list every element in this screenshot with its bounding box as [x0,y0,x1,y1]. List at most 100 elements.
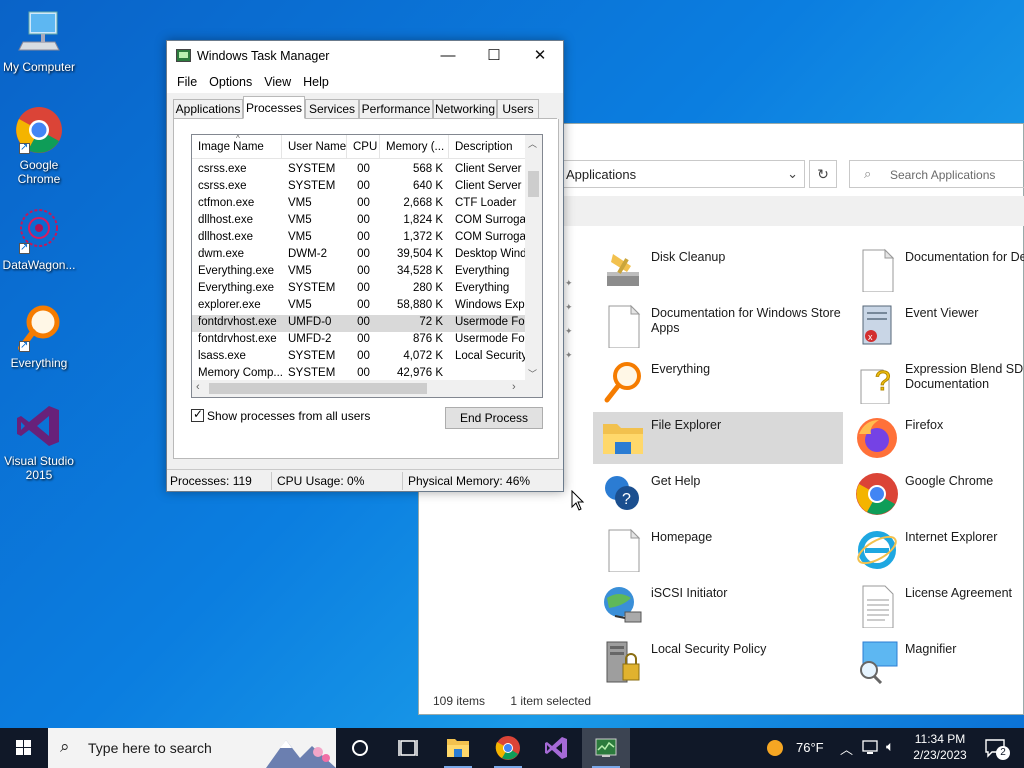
table-cell: 00 [357,163,370,175]
status-processes: Processes: 119 [170,474,252,488]
title-bar[interactable]: Windows Task Manager — ☐ ✕ [167,41,563,71]
table-cell: 34,528 K [396,265,443,277]
table-row[interactable]: fontdrvhost.exe UMFD-2 00 876 K Usermode Fon [192,332,526,349]
table-cell: 00 [357,265,370,277]
app-item-homepage[interactable]: Homepage [593,524,843,576]
tab-applications[interactable]: Applications [173,99,243,119]
pin-icon[interactable]: ✦ [565,302,573,312]
tab-processes[interactable]: Processes [243,96,305,119]
clock[interactable]: 11:34 PM 2/23/2023 [908,728,972,768]
everything-icon [601,360,645,404]
table-row[interactable]: fontdrvhost.exe UMFD-0 00 72 K Usermode Fon [192,315,526,332]
table-row[interactable]: dllhost.exe VM5 00 1,372 K COM Surrogat [192,230,526,247]
menu-help[interactable]: Help [297,71,335,93]
menu-view[interactable]: View [258,71,297,93]
column-memory[interactable]: Memory (... [380,135,449,159]
app-item-firefox[interactable]: Firefox [847,412,1024,464]
taskbar-chrome[interactable] [484,728,532,768]
app-item-disk-cleanup[interactable]: Disk Cleanup [593,244,843,296]
scroll-left-icon[interactable]: ‹ [196,381,200,393]
taskbar-task-manager[interactable] [582,728,630,768]
table-row[interactable]: csrss.exe SYSTEM 00 568 K Client Server R [192,162,526,179]
minimize-icon[interactable]: — [425,41,471,71]
app-item-local-security-policy[interactable]: Local Security Policy [593,636,843,688]
tab-performance[interactable]: Performance [359,99,433,119]
app-item-iscsi[interactable]: iSCSI Initiator [593,580,843,632]
search-input[interactable]: ⌕ Search Applications [849,160,1024,188]
app-item-doc-des[interactable]: Documentation for Des [847,244,1024,296]
refresh-icon[interactable]: ↻ [809,160,837,188]
show-all-users-checkbox[interactable]: Show processes from all users [191,407,370,423]
folder-icon [601,416,645,460]
table-row[interactable]: dwm.exe DWM-2 00 39,504 K Desktop Windo [192,247,526,264]
table-row[interactable]: lsass.exe SYSTEM 00 4,072 K Local Security [192,349,526,366]
close-icon[interactable]: ✕ [517,41,563,71]
taskbar-file-explorer[interactable] [434,728,482,768]
scroll-right-icon[interactable]: › [512,381,516,393]
app-item-file-explorer[interactable]: File Explorer [593,412,843,464]
scroll-down-icon[interactable]: ﹀ [528,367,537,380]
taskbar-search-box[interactable]: ⌕ Type here to search [48,728,336,768]
app-item-everything[interactable]: Everything [593,356,843,408]
table-cell: dllhost.exe [198,214,253,226]
text-document-icon [855,584,899,629]
taskbar-visual-studio[interactable] [532,728,580,768]
pin-icon[interactable]: ✦ [565,326,573,336]
task-manager-icon [595,738,617,757]
desktop-icon-visual-studio[interactable]: Visual Studio 2015 [0,402,78,482]
checkbox-checked-icon[interactable] [191,407,204,422]
desktop-icon-datawagon[interactable]: DataWagon... [0,206,78,272]
column-description[interactable]: Description [449,135,526,159]
app-item-google-chrome[interactable]: Google Chrome [847,468,1024,520]
pin-icon[interactable]: ✦ [565,278,573,288]
tab-users[interactable]: Users [497,99,539,119]
cortana-button[interactable] [336,728,384,768]
start-button[interactable] [0,728,48,768]
chevron-down-icon[interactable]: ⌄ [787,166,798,182]
table-cell: Everything [455,265,510,277]
table-cell: 00 [357,180,370,192]
vertical-scrollbar[interactable]: ︿ ﹀ [525,135,542,382]
pin-icon[interactable]: ✦ [565,350,573,360]
table-cell: Everything.exe [198,265,275,277]
notification-center-button[interactable]: 2 [980,728,1024,768]
table-cell: ctfmon.exe [198,197,255,209]
table-row[interactable]: explorer.exe VM5 00 58,880 K Windows Explo [192,298,526,315]
table-cell: 00 [357,214,370,226]
app-item-label: Expression Blend SDK Documentation [905,362,1024,391]
process-list[interactable]: Image Name ^ User Name CPU Memory (... De… [191,134,543,398]
app-item-license-agreement[interactable]: License Agreement [847,580,1024,632]
column-image-name[interactable]: Image Name ^ [192,135,282,159]
task-view-button[interactable] [384,728,432,768]
table-row[interactable]: csrss.exe SYSTEM 00 640 K Client Server R [192,179,526,196]
maximize-icon[interactable]: ☐ [471,41,517,71]
show-hidden-icons-chevron-icon[interactable]: ︿ [840,739,853,758]
app-item-doc-windows-store[interactable]: Documentation for Windows Store Apps [593,300,843,352]
table-row[interactable]: Everything.exe SYSTEM 00 280 K Everything [192,281,526,298]
scroll-up-icon[interactable]: ︿ [528,137,537,150]
horizontal-scrollbar[interactable]: ‹ › [192,380,527,397]
address-bar[interactable]: Applications ⌄ [559,160,805,188]
menu-file[interactable]: File [171,71,203,93]
table-row[interactable]: ctfmon.exe VM5 00 2,668 K CTF Loader [192,196,526,213]
app-item-internet-explorer[interactable]: Internet Explorer [847,524,1024,576]
desktop-icon-everything[interactable]: Everything [0,304,78,370]
volume-icon[interactable]: 🔈︎ [886,738,894,755]
desktop-icon-my-computer[interactable]: My Computer [0,8,78,74]
app-item-event-viewer[interactable]: x Event Viewer [847,300,1024,352]
app-item-get-help[interactable]: ? Get Help [593,468,843,520]
app-item-expression-blend[interactable]: ? Expression Blend SDK Documentation [847,356,1024,408]
scroll-thumb[interactable] [209,383,427,394]
desktop-icon-google-chrome[interactable]: Google Chrome [0,106,78,186]
network-icon[interactable] [862,740,880,756]
column-cpu[interactable]: CPU [347,135,380,159]
column-user-name[interactable]: User Name [282,135,347,159]
menu-options[interactable]: Options [203,71,258,93]
table-row[interactable]: Everything.exe VM5 00 34,528 K Everything [192,264,526,281]
tab-services[interactable]: Services [305,99,359,119]
tab-networking[interactable]: Networking [433,99,497,119]
table-row[interactable]: dllhost.exe VM5 00 1,824 K COM Surrogat [192,213,526,230]
app-item-magnifier[interactable]: Magnifier [847,636,1024,688]
scroll-thumb[interactable] [528,171,539,197]
end-process-button[interactable]: End Process [445,407,543,429]
